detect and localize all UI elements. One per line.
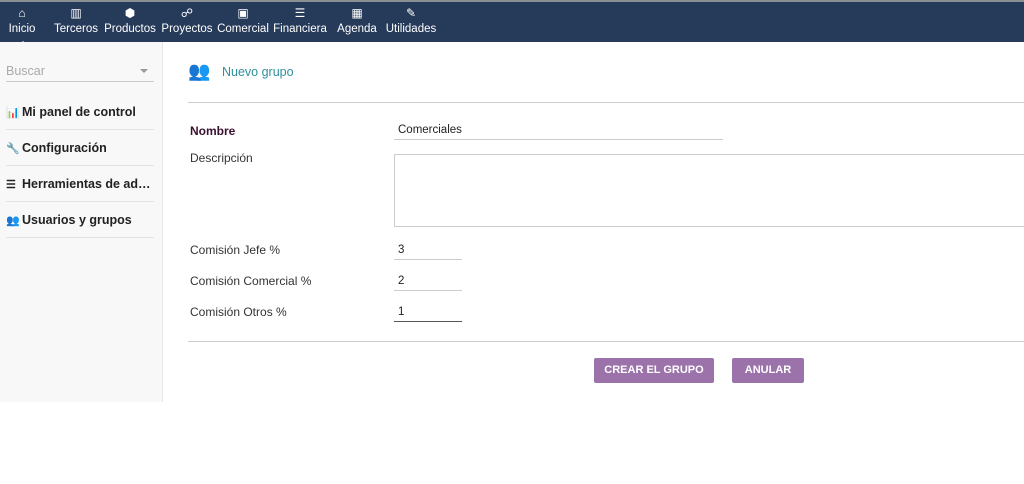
top-menu-bar: ⌂ Inicio ▥ Terceros ⬢ Productos ☍ Proyectos … bbox=[0, 0, 1024, 46]
sidebar-item-herramientas[interactable]: ☰ Herramientas de ad… bbox=[6, 166, 154, 202]
coins-icon: ☰ bbox=[294, 6, 306, 20]
descripcion-label: Descripción bbox=[190, 151, 253, 165]
divider bbox=[188, 102, 1024, 103]
home-icon: ⌂ bbox=[18, 6, 26, 20]
wrench-icon: ✎ bbox=[405, 6, 417, 20]
sidebar-item-label: Herramientas de ad… bbox=[22, 177, 151, 191]
nombre-label: Nombre bbox=[190, 124, 236, 138]
search-placeholder: Buscar bbox=[6, 64, 45, 78]
nav-label: Utilidades bbox=[385, 23, 437, 35]
nav-financiera[interactable]: ☰ Financiera bbox=[270, 4, 330, 36]
nav-label: Terceros bbox=[53, 23, 99, 35]
nav-label: Comercial bbox=[217, 23, 269, 35]
sidebar-item-label: Mi panel de control bbox=[22, 105, 136, 119]
divider bbox=[188, 341, 1024, 342]
sidebar: Buscar 📊 Mi panel de control 🔧 Configuraci… bbox=[0, 42, 163, 402]
comision-otros-label: Comisión Otros % bbox=[190, 305, 287, 319]
users-icon: 👥 bbox=[6, 215, 20, 227]
page-title: Nuevo grupo bbox=[222, 65, 294, 79]
nav-proyectos[interactable]: ☍ Proyectos bbox=[157, 4, 217, 36]
comision-comercial-label: Comisión Comercial % bbox=[190, 274, 312, 288]
cancel-button[interactable]: ANULAR bbox=[732, 358, 804, 383]
nav-inicio[interactable]: ⌂ Inicio bbox=[0, 4, 52, 46]
users-icon: 👥 bbox=[188, 61, 211, 81]
suitcase-icon: ▣ bbox=[237, 6, 249, 20]
building-icon: ▥ bbox=[70, 6, 82, 20]
sidebar-item-panel[interactable]: 📊 Mi panel de control bbox=[6, 94, 154, 130]
comision-jefe-label: Comisión Jefe % bbox=[190, 243, 281, 257]
descripcion-textarea[interactable] bbox=[394, 154, 1024, 227]
nav-label: Proyectos bbox=[161, 23, 213, 35]
sidebar-item-usuarios[interactable]: 👥 Usuarios y grupos bbox=[6, 202, 154, 238]
calendar-icon: ▦ bbox=[351, 6, 363, 20]
nav-comercial[interactable]: ▣ Comercial bbox=[213, 4, 273, 36]
nav-label: Agenda bbox=[337, 23, 377, 35]
comision-otros-input[interactable]: 1 bbox=[394, 302, 462, 322]
sidebar-item-label: Usuarios y grupos bbox=[22, 213, 132, 227]
comision-comercial-input[interactable]: 2 bbox=[394, 271, 462, 291]
nav-terceros[interactable]: ▥ Terceros bbox=[46, 4, 106, 36]
nav-utilidades[interactable]: ✎ Utilidades bbox=[381, 4, 441, 36]
nav-label: Financiera bbox=[273, 23, 327, 35]
create-group-button[interactable]: CREAR EL GRUPO bbox=[594, 358, 714, 383]
search-select[interactable]: Buscar bbox=[6, 64, 154, 82]
sidebar-item-label: Configuración bbox=[22, 141, 107, 155]
chart-icon: 📊 bbox=[6, 107, 20, 119]
nav-label: Inicio bbox=[8, 23, 36, 35]
chevron-down-icon bbox=[140, 69, 148, 73]
server-icon: ☰ bbox=[6, 179, 16, 191]
cube-icon: ⬢ bbox=[124, 6, 136, 20]
nav-agenda[interactable]: ▦ Agenda bbox=[327, 4, 387, 36]
nombre-input[interactable]: Comerciales bbox=[394, 120, 723, 140]
sidebar-item-configuracion[interactable]: 🔧 Configuración bbox=[6, 130, 154, 166]
sitemap-icon: ☍ bbox=[180, 6, 194, 20]
comision-jefe-input[interactable]: 3 bbox=[394, 240, 462, 260]
wrench-icon: 🔧 bbox=[6, 143, 20, 155]
nav-productos[interactable]: ⬢ Productos bbox=[100, 4, 160, 36]
nav-label: Productos bbox=[104, 23, 156, 35]
